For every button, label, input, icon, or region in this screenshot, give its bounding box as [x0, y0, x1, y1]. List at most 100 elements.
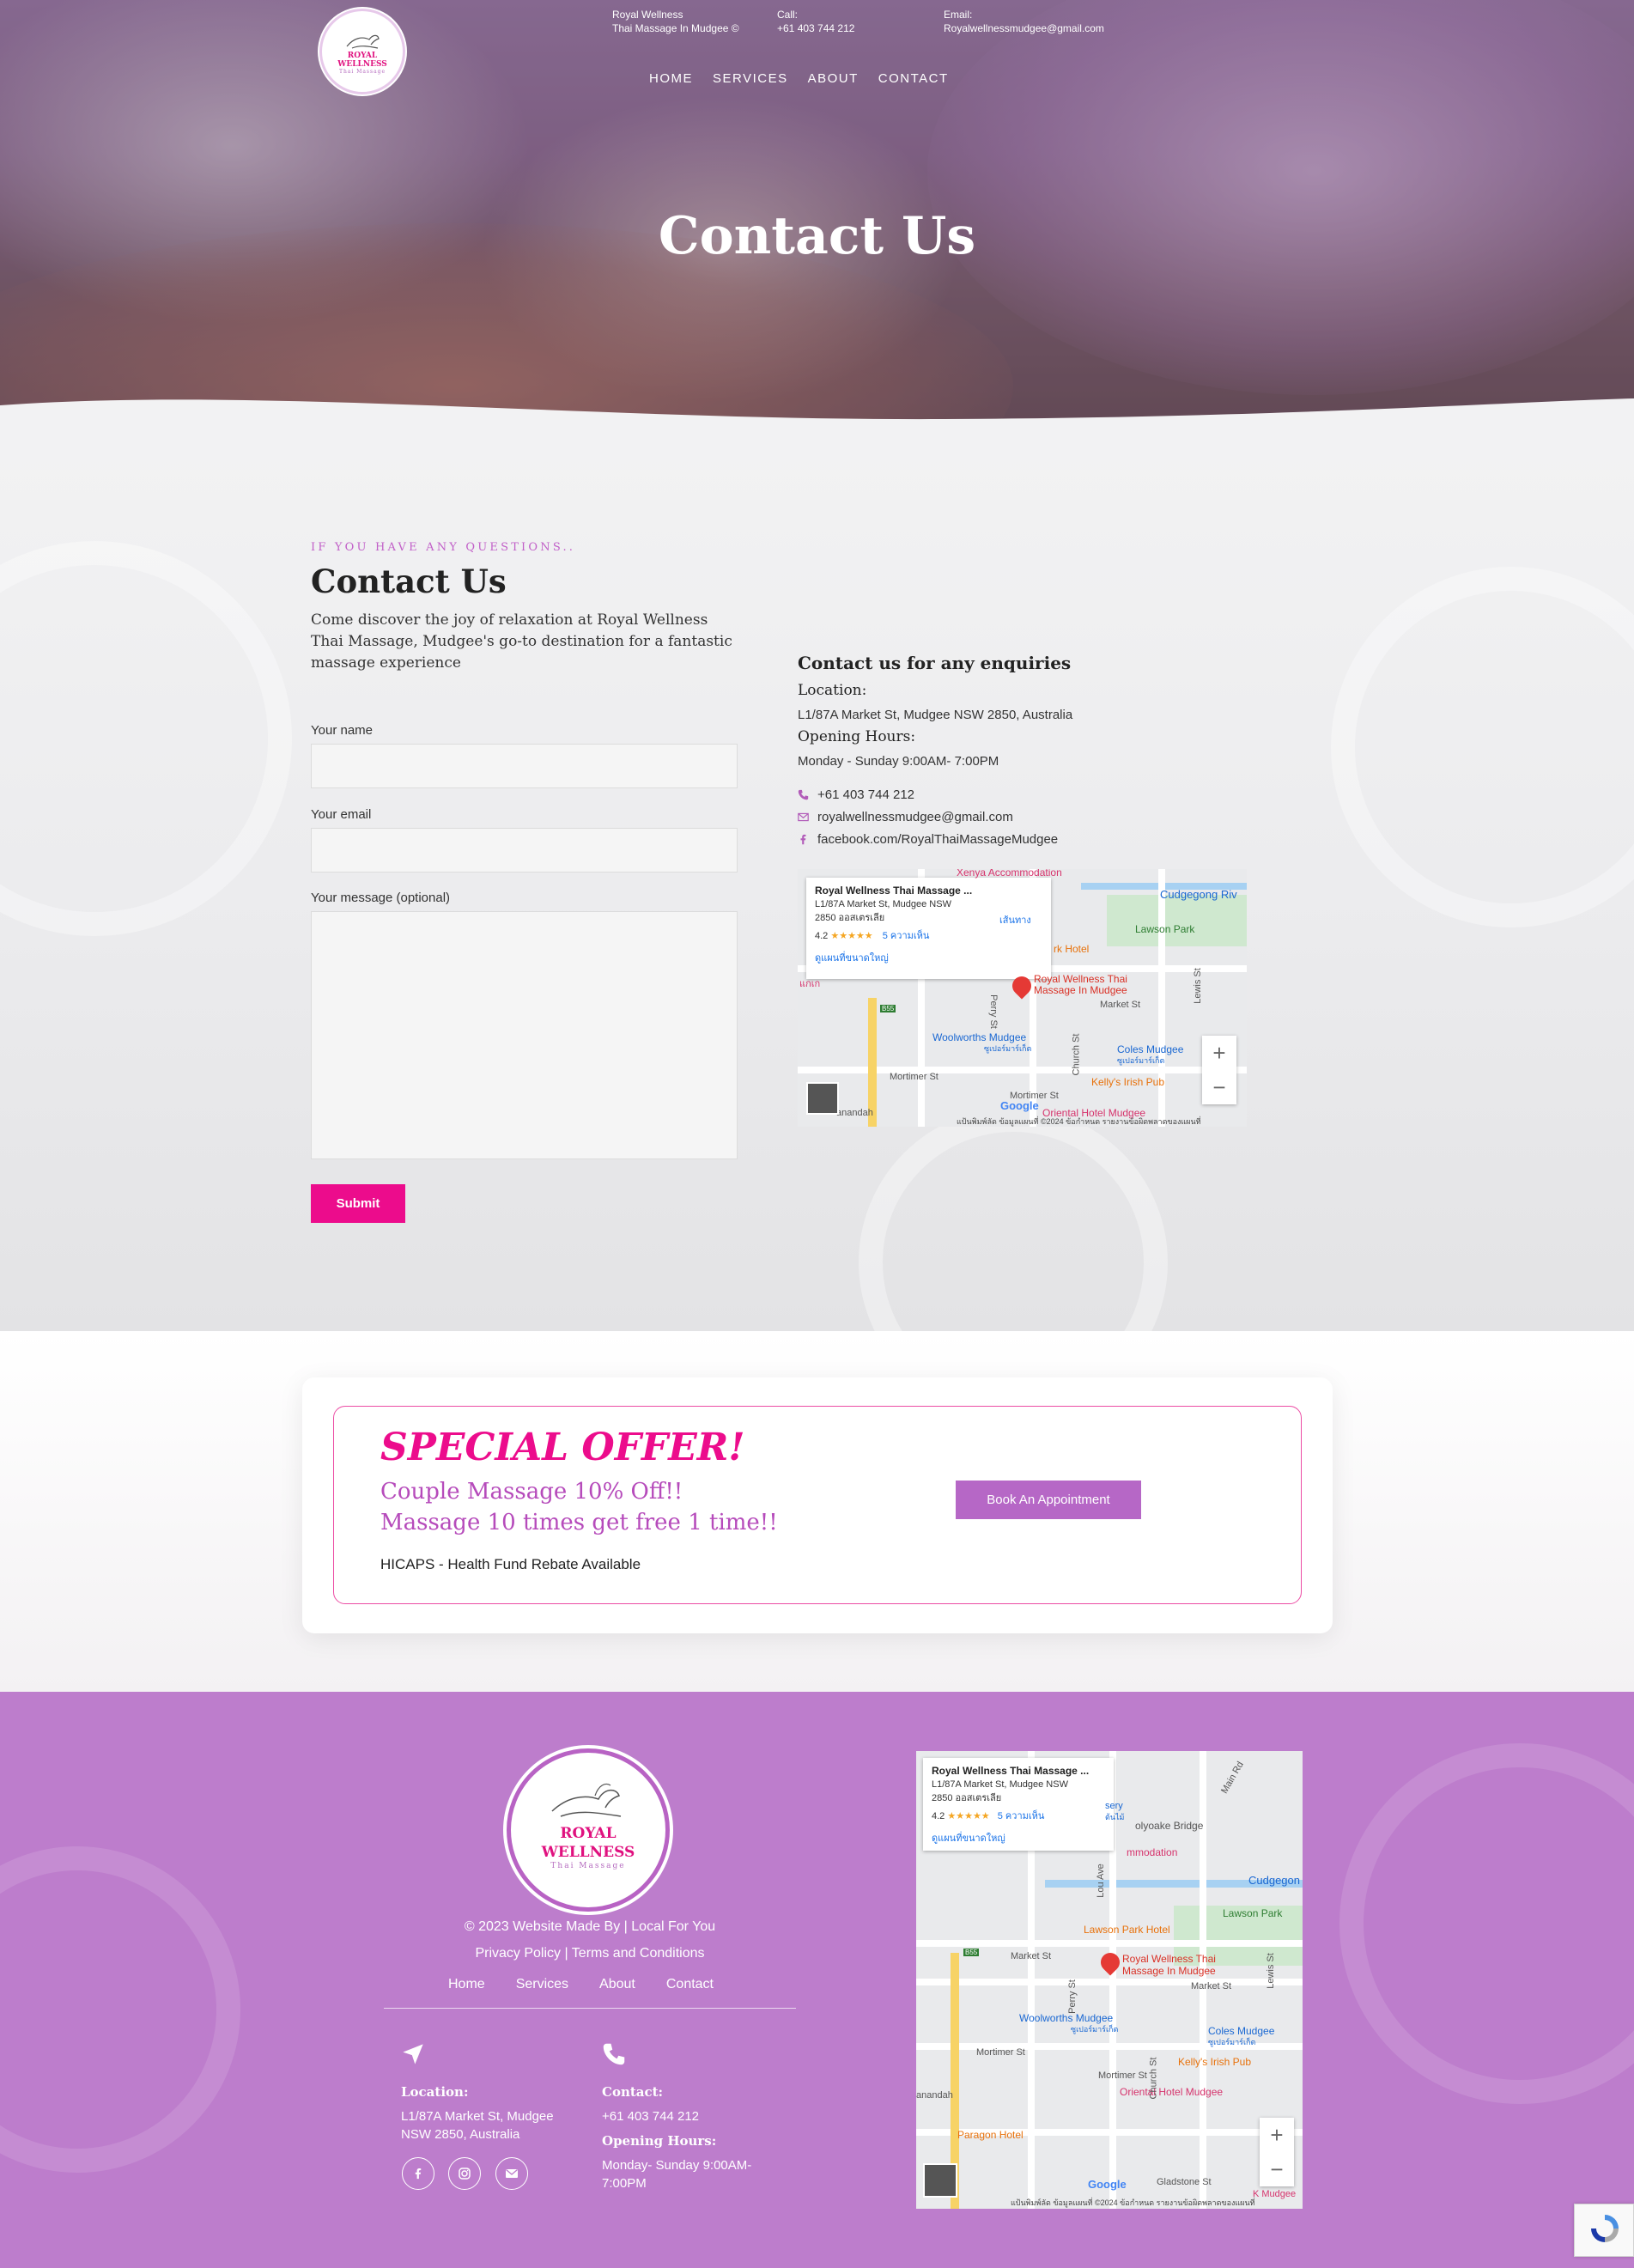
- logo-text-thai-massage: Thai Massage: [338, 68, 386, 75]
- hours-label: Opening Hours:: [798, 728, 916, 745]
- facebook-icon: [415, 2168, 422, 2180]
- header-email: Email: Royalwellnessmudgee@gmail.com: [944, 9, 1104, 35]
- footer-hours-value: Monday- Sunday 9:00AM-7:00PM: [602, 2158, 752, 2191]
- map-pin-label: Royal Wellness Thai Massage In Mudgee: [1122, 1953, 1216, 1977]
- logo-figure-icon: [551, 1783, 622, 1817]
- offer-line-ten-times: Massage 10 times get free 1 time!!: [380, 1510, 778, 1535]
- phone-row[interactable]: +61 403 744 212: [798, 787, 914, 802]
- footer-phone[interactable]: +61 403 744 212: [602, 2107, 699, 2125]
- map-footer: แป้นพิมพ์ลัด ข้อมูลแผนที่ ©2024 ข้อกำหนด…: [1011, 2198, 1255, 2207]
- nav-about[interactable]: ABOUT: [808, 71, 859, 86]
- enquiries-heading: Contact us for any enquiries: [798, 653, 1072, 673]
- map-zoom-control: + −: [1260, 2118, 1294, 2186]
- map-directions-link[interactable]: เส้นทาง: [999, 912, 1031, 927]
- site-logo[interactable]: ROYAL WELLNESS Thai Massage: [319, 9, 405, 94]
- instagram-social-button[interactable]: [448, 2157, 481, 2190]
- zoom-in-button[interactable]: +: [1202, 1036, 1236, 1070]
- contact-intro: Come discover the joy of relaxation at R…: [311, 611, 732, 672]
- header-phone-link[interactable]: +61 403 744 212: [777, 21, 854, 35]
- footer-location-value: L1/87A Market St, Mudgee NSW 2850, Austr…: [401, 2109, 554, 2142]
- email-social-button[interactable]: [495, 2157, 528, 2190]
- offer-hicaps: HICAPS - Health Fund Rebate Available: [380, 1556, 641, 1572]
- logo-text-wellness: WELLNESS: [337, 59, 387, 69]
- background-pattern: [0, 541, 292, 936]
- phone-icon: [603, 2043, 625, 2065]
- footer-logo-royal: ROYAL: [560, 1825, 617, 1842]
- background-pattern: [859, 1108, 1168, 1331]
- footer-location-label: Location:: [401, 2084, 469, 2100]
- message-label: Your message (optional): [311, 891, 451, 905]
- map-reviews-link[interactable]: 5 ความเห็น: [883, 931, 930, 941]
- footer-divider: [384, 2008, 796, 2009]
- map-satellite-toggle[interactable]: [923, 2163, 957, 2198]
- background-pattern: [1331, 567, 1634, 927]
- envelope-icon: [506, 2168, 518, 2178]
- book-appointment-button[interactable]: Book An Appointment: [956, 1481, 1141, 1519]
- location-value: L1/87A Market St, Mudgee NSW 2850, Austr…: [798, 708, 1073, 722]
- nav-contact[interactable]: CONTACT: [878, 71, 949, 86]
- map-info-card: Royal Wellness Thai Massage ... L1/87A M…: [806, 878, 1051, 979]
- map-park: [1107, 895, 1247, 946]
- footer-nav: Home Services About Contact: [448, 1977, 714, 1992]
- facebook-text: facebook.com/RoyalThaiMassageMudgee: [817, 832, 1059, 847]
- map-satellite-toggle[interactable]: [806, 1082, 839, 1115]
- name-label: Your name: [311, 723, 373, 738]
- facebook-icon: [800, 834, 806, 845]
- nav-services[interactable]: SERVICES: [713, 71, 788, 86]
- submit-button[interactable]: Submit: [311, 1184, 405, 1223]
- footer-nav-about[interactable]: About: [599, 1977, 635, 1992]
- map-pin-icon[interactable]: [1096, 1949, 1124, 1976]
- offer-line-couple: Couple Massage 10% Off!!: [380, 1479, 683, 1505]
- footer-map[interactable]: Royal Wellness Thai Massage ... L1/87A M…: [916, 1751, 1303, 2209]
- recaptcha-icon: [1591, 2215, 1619, 2242]
- contact-map[interactable]: Royal Wellness Thai Massage ... L1/87A M…: [798, 869, 1247, 1127]
- footer-logo-wellness: WELLNESS: [541, 1844, 635, 1861]
- facebook-row[interactable]: facebook.com/RoyalThaiMassageMudgee: [798, 832, 1058, 847]
- map-zoom-control: + −: [1202, 1036, 1236, 1104]
- background-pattern: [0, 1846, 240, 2173]
- envelope-icon: [798, 812, 809, 822]
- map-larger-link[interactable]: ดูแผนที่ขนาดใหญ่: [932, 1830, 1105, 1845]
- message-textarea[interactable]: [311, 911, 738, 1159]
- phone-icon: [798, 789, 809, 800]
- zoom-out-button[interactable]: −: [1260, 2152, 1294, 2186]
- zoom-out-button[interactable]: −: [1202, 1070, 1236, 1104]
- google-logo: Google: [1088, 2178, 1127, 2191]
- zoom-in-button[interactable]: +: [1260, 2118, 1294, 2152]
- contact-heading: Contact Us: [311, 562, 507, 600]
- contact-section: IF YOU HAVE ANY QUESTIONS.. Contact Us C…: [0, 438, 1634, 1331]
- email-label: Your email: [311, 807, 372, 822]
- policy-links[interactable]: Privacy Policy | Terms and Conditions: [384, 1946, 796, 1961]
- map-road: [1158, 869, 1165, 1127]
- facebook-social-button[interactable]: [402, 2157, 434, 2190]
- email-row[interactable]: royalwellnessmudgee@gmail.com: [798, 810, 1013, 824]
- map-footer: แป้นพิมพ์ลัด ข้อมูลแผนที่ ©2024 ข้อกำหนด…: [957, 1117, 1201, 1126]
- hours-value: Monday - Sunday 9:00AM- 7:00PM: [798, 754, 999, 769]
- email-text: royalwellnessmudgee@gmail.com: [817, 810, 1013, 824]
- map-reviews-link[interactable]: 5 ความเห็น: [998, 1811, 1045, 1821]
- map-larger-link[interactable]: ดูแผนที่ขนาดใหญ่: [815, 950, 1042, 965]
- footer-nav-contact[interactable]: Contact: [666, 1977, 714, 1992]
- nav-home[interactable]: HOME: [649, 71, 693, 86]
- phone-text: +61 403 744 212: [817, 787, 915, 802]
- location-label: Location:: [798, 682, 867, 699]
- business-name: Royal Wellness Thai Massage In Mudgee ©: [612, 9, 739, 34]
- main-nav: HOME SERVICES ABOUT CONTACT: [649, 71, 949, 86]
- google-logo: Google: [1000, 1099, 1039, 1112]
- map-road: [798, 1067, 1247, 1073]
- email-input[interactable]: [311, 828, 738, 873]
- footer-nav-services[interactable]: Services: [516, 1977, 568, 1992]
- background-pattern: [1339, 1743, 1634, 2104]
- logo-text-royal: ROYAL: [347, 51, 378, 60]
- footer-logo[interactable]: ROYAL WELLNESS Thai Massage: [507, 1748, 670, 1912]
- logo-figure-icon: [346, 34, 380, 49]
- instagram-icon: [459, 2168, 471, 2180]
- name-input[interactable]: [311, 744, 738, 788]
- location-arrow-icon: [403, 2044, 423, 2064]
- header-email-link[interactable]: Royalwellnessmudgee@gmail.com: [944, 21, 1104, 35]
- contact-eyebrow: IF YOU HAVE ANY QUESTIONS..: [311, 541, 576, 554]
- footer-nav-home[interactable]: Home: [448, 1977, 485, 1992]
- footer-logo-thai-massage: Thai Massage: [550, 1862, 626, 1870]
- copyright[interactable]: © 2023 Website Made By | Local For You: [384, 1919, 796, 1935]
- recaptcha-badge[interactable]: [1574, 2204, 1634, 2257]
